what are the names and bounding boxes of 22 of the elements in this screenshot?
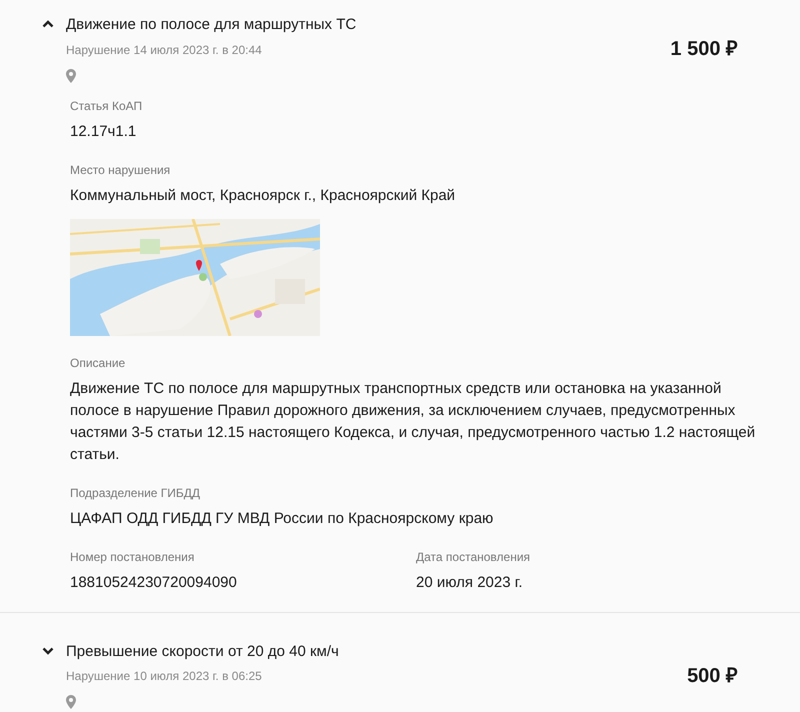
field-label: Подразделение ГИБДД [70, 484, 202, 502]
location-pin-icon [66, 695, 76, 709]
field-label: Статья КоАП [70, 98, 144, 114]
field-value: Движение ТС по полосе для маршрутных транспортных средств или остановка на указанной полосе в нарушение Правил дорожного движения, за исключением случаев, предусмотренных частями 3-5 статьи 12.15 настоящего Кодекса, и случая, предусмотренного частью 1.2 настоящей статьи. [70, 378, 756, 464]
field-label: Место нарушения [70, 162, 172, 178]
chevron-down-icon[interactable] [42, 646, 54, 654]
fine-amount: 500 ₽ [687, 664, 738, 688]
field-value: 12.17ч1.1 [70, 122, 138, 142]
violation-date: Нарушение 14 июля 2023 г. в 20:44 [66, 42, 263, 58]
violation-title: Движение по полосе для маршрутных ТС [66, 15, 356, 35]
chevron-up-icon[interactable] [42, 20, 54, 28]
field-value: Коммунальный мост, Красноярск г., Красноярский Край [70, 186, 456, 206]
field-value: 18810524230720094090 [70, 572, 238, 592]
fine-amount: 1 500 ₽ [670, 37, 738, 62]
violation-date: Нарушение 10 июля 2023 г. в 06:25 [66, 668, 263, 685]
field-value: ЦАФАП ОДД ГИБДД ГУ МВД России по Красноярскому краю [70, 508, 494, 528]
field-label: Описание [70, 354, 126, 372]
violation-title: Превышение скорости от 20 до 40 км/ч [66, 642, 339, 662]
field-value: 20 июля 2023 г. [416, 572, 524, 592]
location-pin-icon [66, 68, 76, 82]
field-label: Дата постановления [416, 548, 532, 566]
field-label: Номер постановления [70, 548, 196, 566]
